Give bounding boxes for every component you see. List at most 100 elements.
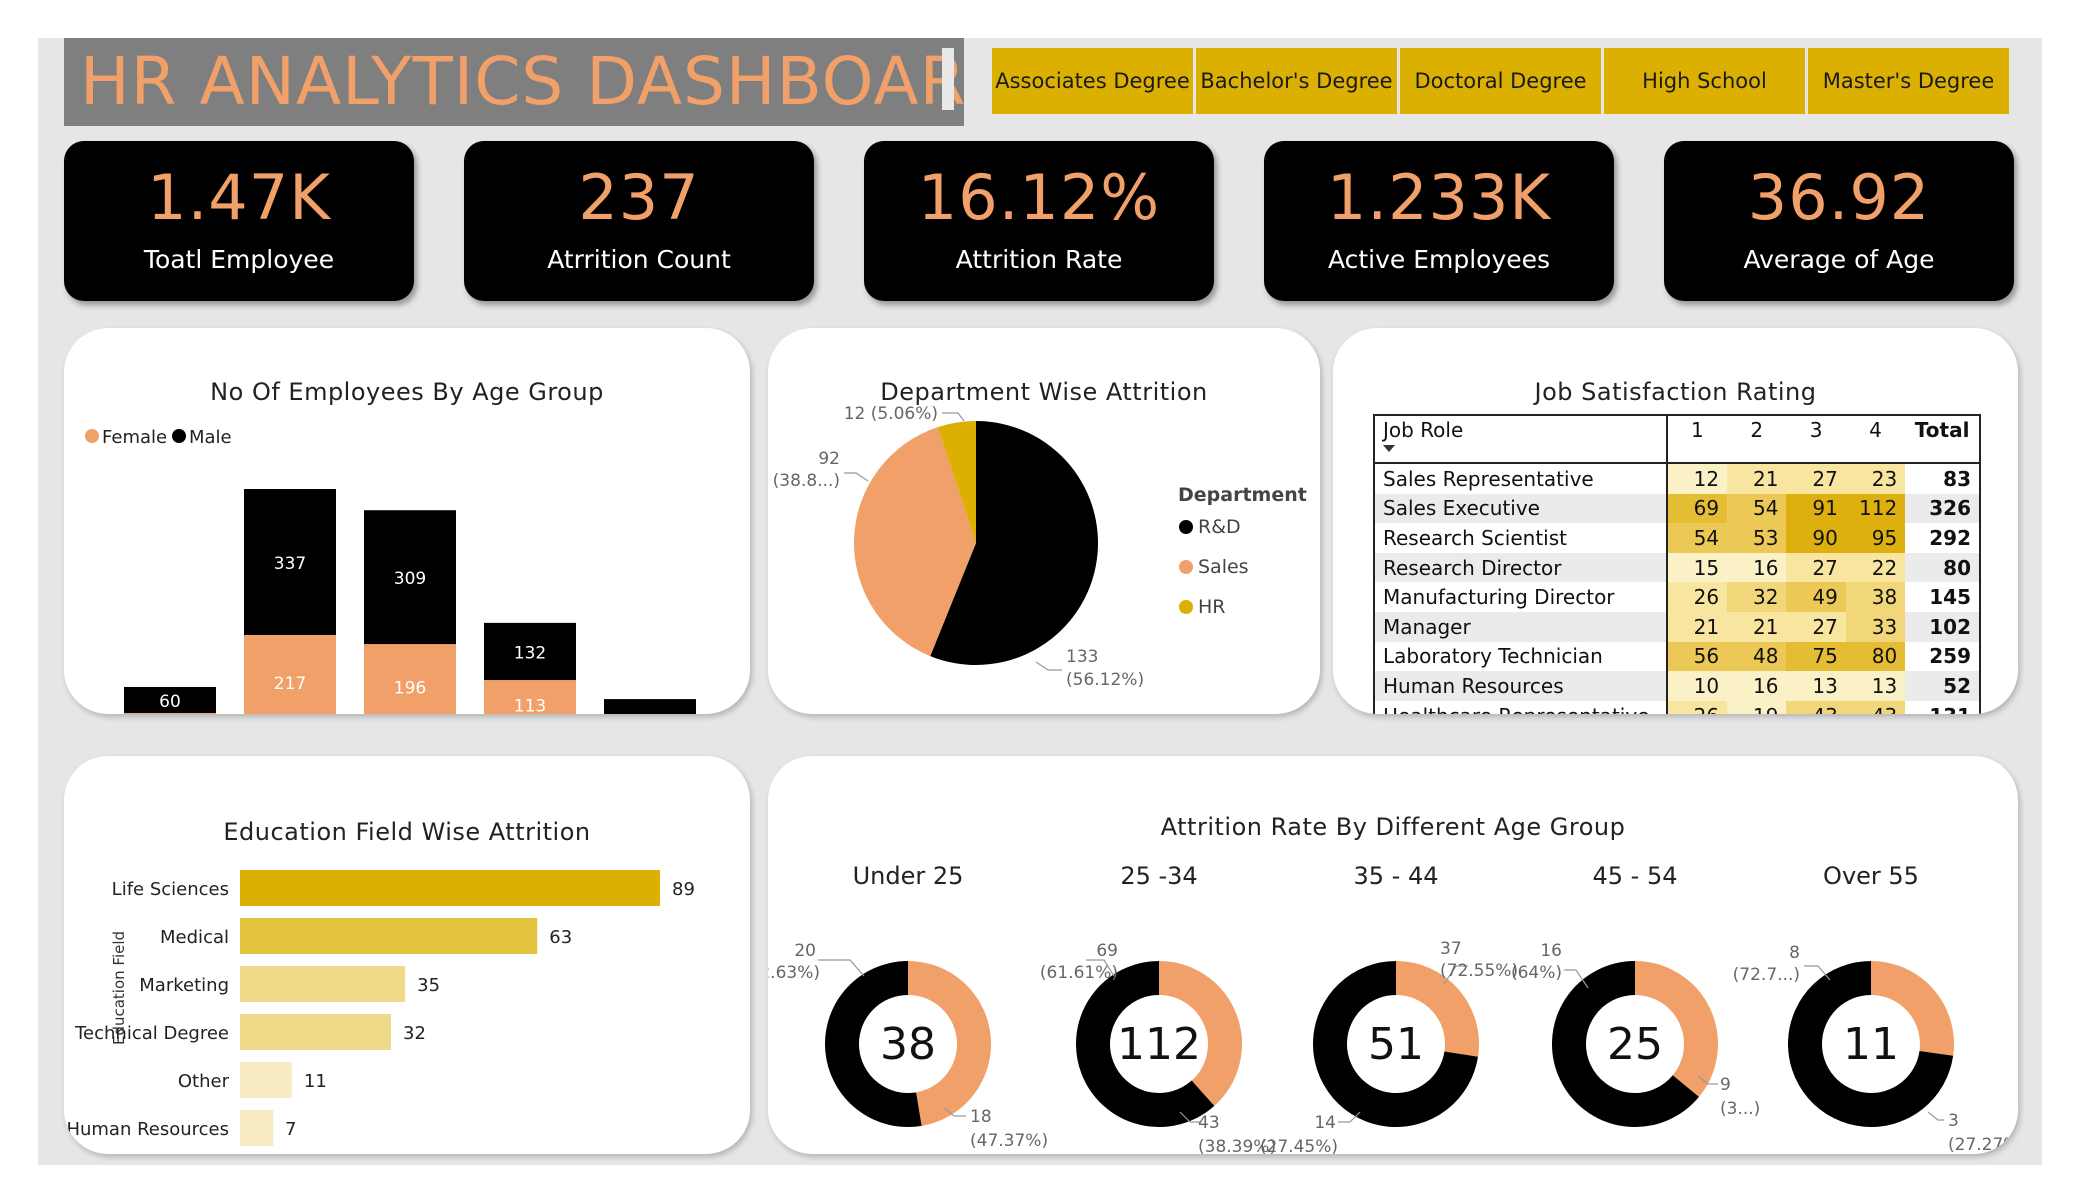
bar-female [124, 712, 216, 714]
leader-line [1927, 1111, 1944, 1121]
table-cell: 22 [1845, 552, 1906, 583]
sort-caret-icon[interactable] [1383, 445, 1395, 452]
donut-center-value: 51 [1368, 1019, 1424, 1070]
kpi-attrition-rate: 16.12% Attrition Rate [864, 141, 1214, 301]
column-header[interactable]: 4 [1845, 415, 1906, 464]
edu-bar [240, 918, 538, 954]
edu-bar-value: 89 [672, 879, 695, 900]
table-cell: 83 [1943, 466, 1971, 491]
table-cell: 10 [1666, 671, 1728, 701]
kpi-value: 36.92 [1747, 161, 1931, 234]
table-cell: 21 [1727, 611, 1787, 642]
table-cell: 15 [1666, 552, 1728, 583]
table-cell: 21 [1666, 611, 1728, 642]
donut-group-title: 35 - 44 [1354, 862, 1439, 890]
table-cell: 43 [1845, 700, 1906, 714]
filter-associates-degree[interactable]: Associates Degree [992, 48, 1193, 114]
donut-male-pct: (72.7...) [1733, 965, 1800, 985]
age-attrition-rate-card: Attrition Rate By Different Age Group Un… [768, 756, 2018, 1154]
table-cell: 95 [1845, 523, 1906, 553]
department-pie-chart: 133 (56.12%) 92(38.8...) 12 (5.06%) Departme… [773, 404, 1307, 690]
table-cell: 102 [1929, 614, 1971, 639]
donut-center-value: 112 [1117, 1019, 1201, 1070]
kpi-attrition-count: 237 Atrrition Count [464, 141, 814, 301]
leader-line [844, 472, 869, 482]
edu-bar [240, 1062, 292, 1098]
edu-bar-value: 32 [403, 1023, 426, 1044]
table-cell: 80 [1943, 555, 1971, 580]
kpi-label: Atrrition Count [547, 245, 731, 274]
edu-bar-value: 11 [304, 1071, 327, 1092]
chart-title: Job Satisfaction Rating [1534, 378, 1817, 406]
donut-male-pct: (52.63%) [768, 963, 820, 983]
table-cell: 16 [1727, 552, 1787, 583]
legend-male-label: Male [189, 427, 232, 448]
donut-center-value: 25 [1607, 1019, 1663, 1070]
donut-male-pct: (64%) [1511, 963, 1562, 983]
donut-male-pct: (61.61%) [1040, 963, 1118, 983]
donut-female-label: 43 [1198, 1113, 1220, 1133]
donut-male-label: 20 [794, 941, 816, 961]
age-group-chart: FemaleMale60Under 2521733725 - 341963093… [85, 427, 696, 714]
y-tick-label: Technical Degree [74, 1023, 229, 1044]
column-header[interactable]: 1 [1666, 415, 1728, 464]
title-cursor [942, 48, 954, 110]
kpi-value: 237 [578, 161, 700, 234]
table-cell: 53 [1727, 523, 1787, 553]
table-cell: 16 [1727, 671, 1787, 701]
donut-male-pct: (72.55%) [1440, 961, 1518, 981]
table-cell: 38 [1845, 582, 1906, 612]
leader-line [1035, 661, 1062, 671]
row-label: Healthcare Representative [1374, 700, 1668, 714]
column-header[interactable]: 3 [1786, 415, 1846, 464]
table-cell: 13 [1786, 671, 1846, 701]
filter-high-school[interactable]: High School [1604, 48, 1805, 114]
donut-female-pct: (47.37%) [970, 1131, 1048, 1151]
table-cell: 27 [1786, 552, 1846, 583]
filter-masters-degree[interactable]: Master's Degree [1808, 48, 2009, 114]
kpi-value: 16.12% [917, 161, 1161, 234]
table-cell: 131 [1905, 701, 1980, 714]
table-row: Laboratory Technician 56 48 75 80 259 [1374, 641, 1980, 672]
title-bar: HR ANALYTICS DASHBOARD [64, 38, 964, 126]
column-header-job-role[interactable]: Job Role [1374, 415, 1668, 464]
table-cell: 80 [1845, 641, 1906, 672]
edu-bar [240, 1014, 392, 1050]
column-header[interactable]: Total [1905, 415, 1980, 464]
job-satisfaction-card: Job Satisfaction Rating Job Role 1 2 3 4 Tota… [1333, 328, 2018, 714]
table-cell: 49 [1786, 582, 1846, 612]
legend-male-marker [172, 429, 186, 443]
legend-title: Department [1178, 484, 1307, 506]
donut-female-label: 14 [1314, 1113, 1336, 1133]
bar-male-label: 132 [514, 643, 546, 663]
bar-male-label: 337 [274, 554, 306, 574]
education-field-card: Education Field Wise Attrition Education… [64, 756, 750, 1154]
edu-bar [240, 1110, 274, 1146]
table-cell: 19 [1727, 700, 1787, 714]
donut-male-label: 69 [1096, 941, 1118, 961]
table-row: Human Resources 10 16 13 13 52 [1374, 671, 1980, 701]
table-cell: 23 [1845, 463, 1906, 494]
donut-female-pct: (3...) [1720, 1099, 1760, 1119]
dashboard-title: HR ANALYTICS DASHBOARD [80, 43, 964, 120]
filter-doctoral-degree[interactable]: Doctoral Degree [1400, 48, 1601, 114]
table-cell: 145 [1929, 585, 1971, 610]
bar-male [604, 699, 696, 714]
table-cell: 48 [1727, 641, 1787, 672]
age-attrition-donuts: Under 253820(52.63%)18(47.37%)25 -341126… [768, 862, 2018, 1154]
pie-label-value: 92 [818, 449, 840, 469]
kpi-label: Average of Age [1743, 245, 1935, 274]
table-cell: 292 [1929, 525, 1971, 550]
y-tick-label: Other [178, 1071, 230, 1092]
column-header[interactable]: 2 [1727, 415, 1787, 464]
table-cell: 43 [1786, 700, 1846, 714]
donut-female-pct: (27.45%) [1260, 1137, 1338, 1154]
bar-female-label: 196 [394, 679, 426, 699]
table-cell: 90 [1786, 523, 1846, 553]
y-tick-label: Medical [160, 927, 229, 948]
table-cell: 27 [1786, 611, 1846, 642]
y-tick-label: Life Sciences [112, 879, 229, 900]
filter-bachelors-degree[interactable]: Bachelor's Degree [1196, 48, 1397, 114]
table-row: Manufacturing Director 26 32 49 38 145 [1374, 582, 1980, 612]
table-row: Sales Representative 12 21 27 23 83 [1374, 463, 1980, 494]
